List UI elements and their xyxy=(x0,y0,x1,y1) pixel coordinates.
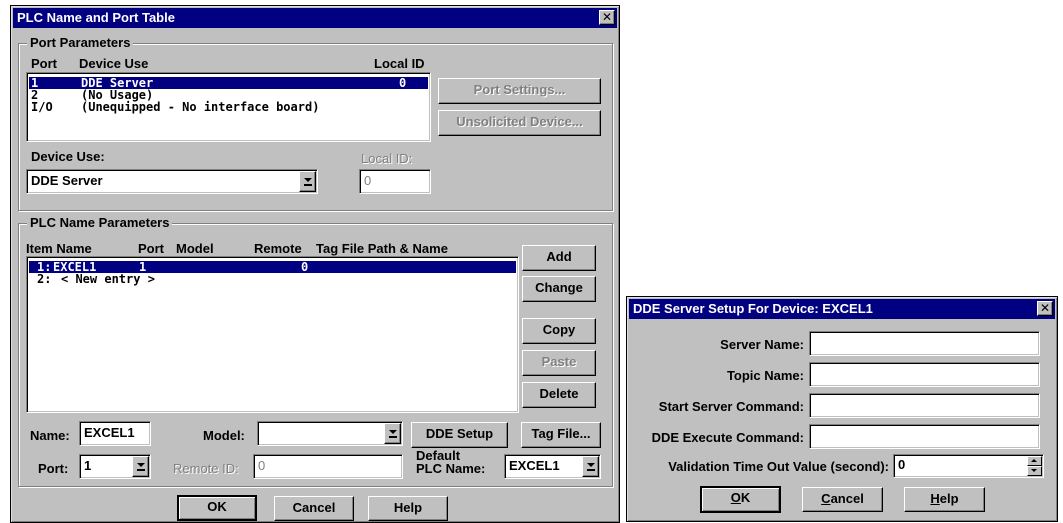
help-button[interactable]: Help xyxy=(368,496,448,521)
port-dropdown[interactable]: 1 xyxy=(79,454,151,479)
validation-timeout-value: 0 xyxy=(898,457,906,472)
port-column-header: Port xyxy=(31,56,57,71)
dde-help-button[interactable]: Help xyxy=(904,487,985,512)
validation-timeout-label: Validation Time Out Value (second): xyxy=(668,459,889,474)
spinner-arrows-icon[interactable] xyxy=(1027,456,1042,476)
dde-server-setup-window: DDE Server Setup For Device: EXCEL1 ✕ Se… xyxy=(626,296,1058,522)
chevron-down-icon[interactable] xyxy=(384,423,401,444)
help-rest: elp xyxy=(939,491,959,506)
name-cell: < New entry > xyxy=(61,272,155,286)
validation-timeout-spinner[interactable]: 0 xyxy=(893,454,1044,478)
device-use-dropdown[interactable]: DDE Server xyxy=(26,169,318,194)
cancel-mnemonic: C xyxy=(821,491,831,506)
model-label: Model: xyxy=(203,428,245,443)
tag-file-column-header: Tag File Path & Name xyxy=(316,241,448,256)
help-mnemonic: H xyxy=(930,491,940,506)
plc-name-list[interactable]: 1: EXCEL1 1 0 2: < New entry > xyxy=(26,256,519,413)
cancel-rest: ancel xyxy=(830,491,864,506)
idx-cell: 2: xyxy=(37,272,52,286)
start-server-command-label: Start Server Command: xyxy=(658,399,804,414)
port-column-header: Port xyxy=(138,241,164,256)
local-id-cell: 0 xyxy=(399,76,407,90)
copy-button[interactable]: Copy xyxy=(522,318,596,344)
dde-execute-command-field[interactable] xyxy=(809,424,1040,449)
name-label: Name: xyxy=(30,428,70,443)
remote-id-label: Remote ID: xyxy=(173,461,239,476)
port-settings-button[interactable]: Port Settings... xyxy=(438,78,601,104)
local-id-field[interactable]: 0 xyxy=(359,169,431,194)
dde-execute-command-label: DDE Execute Command: xyxy=(651,430,804,445)
start-server-command-field[interactable] xyxy=(809,393,1040,418)
unsolicited-device-button[interactable]: Unsolicited Device... xyxy=(438,110,601,136)
tag-file-button[interactable]: Tag File... xyxy=(521,422,601,448)
plc-name-parameters-label: PLC Name Parameters xyxy=(27,215,173,231)
remote-cell: 0 xyxy=(301,260,309,274)
spin-up-icon[interactable] xyxy=(1027,456,1042,466)
item-name-column-header: Item Name xyxy=(26,241,92,256)
port-row-io[interactable]: I/O (Unequipped - No interface board) xyxy=(29,101,428,113)
plc-row-new-entry[interactable]: 2: < New entry > xyxy=(29,273,516,285)
device-use-label: Device Use: xyxy=(31,149,105,164)
name-field[interactable]: EXCEL1 xyxy=(79,421,151,446)
device-use-cell: (Unequipped - No interface board) xyxy=(81,100,320,114)
name-value: EXCEL1 xyxy=(84,425,135,440)
local-id-column-header: Local ID xyxy=(374,56,425,71)
default-plc-label-line2: PLC Name: xyxy=(416,461,486,476)
window-title: DDE Server Setup For Device: EXCEL1 xyxy=(633,301,873,316)
chevron-down-icon[interactable] xyxy=(299,171,316,192)
device-use-value: DDE Server xyxy=(31,173,103,188)
default-plc-name-value: EXCEL1 xyxy=(509,458,560,473)
port-label: Port: xyxy=(38,461,69,476)
delete-button[interactable]: Delete xyxy=(522,382,596,408)
plc-name-port-table-window: PLC Name and Port Table ✕ Port Parameter… xyxy=(10,5,620,523)
chevron-down-icon[interactable] xyxy=(132,456,149,477)
dde-setup-button[interactable]: DDE Setup xyxy=(411,422,508,448)
close-icon[interactable]: ✕ xyxy=(599,10,615,25)
spin-down-icon[interactable] xyxy=(1027,466,1042,476)
title-bar[interactable]: DDE Server Setup For Device: EXCEL1 ✕ xyxy=(629,299,1055,319)
topic-name-label: Topic Name: xyxy=(726,368,804,383)
server-name-field[interactable] xyxy=(809,331,1040,356)
add-button[interactable]: Add xyxy=(522,245,596,271)
close-icon[interactable]: ✕ xyxy=(1037,301,1053,316)
local-id-label: Local ID: xyxy=(361,151,413,166)
dde-cancel-button[interactable]: Cancel xyxy=(802,487,883,512)
remote-id-value: 0 xyxy=(258,458,266,473)
chevron-down-icon[interactable] xyxy=(582,456,599,477)
local-id-value: 0 xyxy=(364,173,372,188)
ok-button[interactable]: OK xyxy=(177,495,257,521)
cancel-button[interactable]: Cancel xyxy=(274,496,354,521)
ok-rest: K xyxy=(740,490,751,505)
server-name-label: Server Name: xyxy=(720,337,804,352)
port-value: 1 xyxy=(84,458,92,473)
remote-id-field[interactable]: 0 xyxy=(253,454,403,479)
port-cell: I/O xyxy=(31,100,53,114)
default-plc-name-dropdown[interactable]: EXCEL1 xyxy=(504,454,601,479)
ok-mnemonic: O xyxy=(730,490,741,505)
dde-ok-button[interactable]: OK xyxy=(700,486,781,513)
paste-button[interactable]: Paste xyxy=(522,350,596,376)
port-list[interactable]: 1 DDE Server 0 2 (No Usage) I/O (Unequip… xyxy=(26,72,431,142)
port-parameters-label: Port Parameters xyxy=(27,35,134,51)
change-button[interactable]: Change xyxy=(522,276,596,302)
window-title: PLC Name and Port Table xyxy=(17,10,175,25)
model-dropdown[interactable] xyxy=(257,421,403,446)
device-use-column-header: Device Use xyxy=(79,56,149,71)
remote-column-header: Remote xyxy=(254,241,302,256)
topic-name-field[interactable] xyxy=(809,362,1040,387)
model-column-header: Model xyxy=(176,241,214,256)
title-bar[interactable]: PLC Name and Port Table ✕ xyxy=(13,8,617,28)
